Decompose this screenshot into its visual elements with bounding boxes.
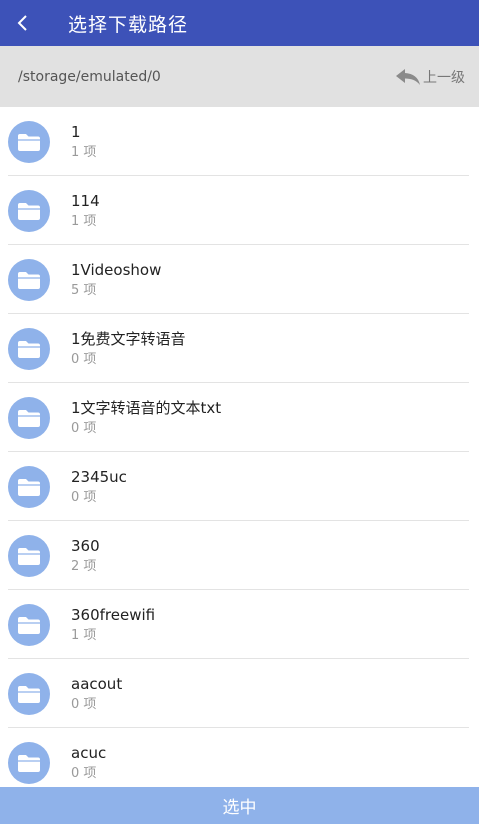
folder-name: 360freewifi bbox=[71, 605, 156, 624]
parent-folder-button[interactable]: 上一级 bbox=[395, 67, 465, 87]
folder-row[interactable]: 1Videoshow 5 项 bbox=[0, 245, 479, 314]
folder-name: 360 bbox=[71, 536, 100, 555]
folder-name: 1Videoshow bbox=[71, 260, 162, 279]
folder-icon bbox=[8, 120, 50, 163]
folder-icon bbox=[8, 534, 50, 577]
current-path: /storage/emulated/0 bbox=[18, 68, 161, 85]
folder-row[interactable]: 1文字转语音的文本txt 0 项 bbox=[0, 383, 479, 452]
folder-name: aacout bbox=[71, 674, 123, 693]
folder-list: 11 项 114 1 项 1Videoshow 5 项 1免费文字转语音 0 项 1文字转语音… bbox=[0, 107, 479, 787]
folder-row[interactable]: 1免费文字转语音 0 项 bbox=[0, 314, 479, 383]
folder-item-count: 1 项 bbox=[71, 213, 97, 229]
app-header: 选择下载路径 bbox=[0, 0, 479, 46]
folder-item-count: 0 项 bbox=[71, 696, 97, 712]
folder-name: acuc bbox=[71, 743, 107, 762]
path-bar: /storage/emulated/0 上一级 bbox=[0, 46, 479, 107]
folder-icon bbox=[8, 327, 50, 370]
back-button[interactable] bbox=[0, 0, 46, 46]
folder-item-count: 5 项 bbox=[71, 282, 97, 298]
page-title: 选择下载路径 bbox=[68, 13, 189, 36]
folder-icon bbox=[8, 189, 50, 232]
folder-icon bbox=[8, 465, 50, 508]
folder-item-count: 1 项 bbox=[71, 144, 97, 160]
folder-row[interactable]: 2345uc 0 项 bbox=[0, 452, 479, 521]
folder-item-count: 0 项 bbox=[71, 420, 97, 436]
folder-name: 1 bbox=[71, 122, 81, 141]
folder-item-count: 0 项 bbox=[71, 489, 97, 505]
folder-row[interactable]: aacout 0 项 bbox=[0, 659, 479, 728]
folder-item-count: 0 项 bbox=[71, 351, 97, 367]
folder-icon bbox=[8, 741, 50, 784]
folder-name: 114 bbox=[71, 191, 100, 210]
folder-row[interactable]: 360freewifi 1 项 bbox=[0, 590, 479, 659]
folder-item-count: 0 项 bbox=[71, 765, 97, 781]
folder-name: 1文字转语音的文本txt bbox=[71, 398, 222, 417]
folder-icon bbox=[8, 603, 50, 646]
chevron-left-icon bbox=[17, 15, 27, 31]
folder-row[interactable]: 114 1 项 bbox=[0, 176, 479, 245]
folder-row[interactable]: 11 项 bbox=[0, 107, 479, 176]
folder-item-count: 1 项 bbox=[71, 627, 97, 643]
reply-arrow-icon bbox=[396, 68, 420, 85]
folder-row[interactable]: acuc 0 项 bbox=[0, 728, 479, 787]
folder-item-count: 2 项 bbox=[71, 558, 97, 574]
folder-icon bbox=[8, 258, 50, 301]
folder-name: 2345uc bbox=[71, 467, 127, 486]
folder-row[interactable]: 360 2 项 bbox=[0, 521, 479, 590]
folder-icon bbox=[8, 396, 50, 439]
folder-name: 1免费文字转语音 bbox=[71, 329, 186, 348]
select-button[interactable]: 选中 bbox=[0, 787, 479, 824]
folder-icon bbox=[8, 672, 50, 715]
parent-folder-label: 上一级 bbox=[423, 69, 465, 86]
